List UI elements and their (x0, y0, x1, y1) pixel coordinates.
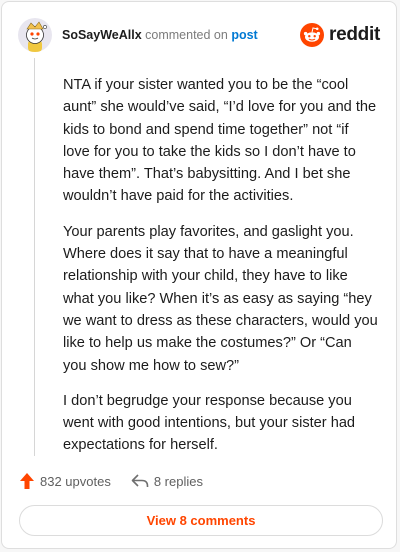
comment-body: NTA if your sister wanted you to be the … (63, 74, 379, 470)
user-avatar-icon[interactable] (18, 18, 52, 52)
reddit-brand[interactable]: reddit (300, 23, 380, 47)
comment-card: SoSayWeAllx commented on post reddit NTA… (1, 1, 397, 549)
brand-wordmark: reddit (329, 24, 380, 45)
comment-actions: 832 upvotes 8 replies (19, 472, 203, 490)
action-text: commented on (145, 28, 228, 42)
view-comments-button[interactable]: View 8 comments (19, 505, 383, 536)
comment-paragraph-1: NTA if your sister wanted you to be the … (63, 77, 377, 205)
upvote-button[interactable]: 832 upvotes (19, 472, 111, 490)
reply-count: 8 replies (153, 473, 203, 489)
reply-arrow-icon (131, 474, 149, 487)
comment-paragraph-2: Your parents play favorites, and gasligh… (63, 223, 378, 374)
username-link[interactable]: SoSayWeAllx (62, 28, 142, 42)
comment-header: SoSayWeAllx commented on post reddit (18, 18, 380, 52)
post-link[interactable]: post (231, 28, 257, 42)
reddit-logo-icon (300, 23, 325, 47)
reply-button[interactable]: 8 replies (131, 473, 203, 489)
comment-meta: SoSayWeAllx commented on post (62, 28, 258, 42)
comment-paragraph-3: I don’t begrudge your response because y… (63, 392, 356, 454)
upvote-arrow-icon (20, 473, 34, 489)
thread-line[interactable] (34, 58, 35, 456)
upvote-count: 832 upvotes (40, 473, 111, 489)
